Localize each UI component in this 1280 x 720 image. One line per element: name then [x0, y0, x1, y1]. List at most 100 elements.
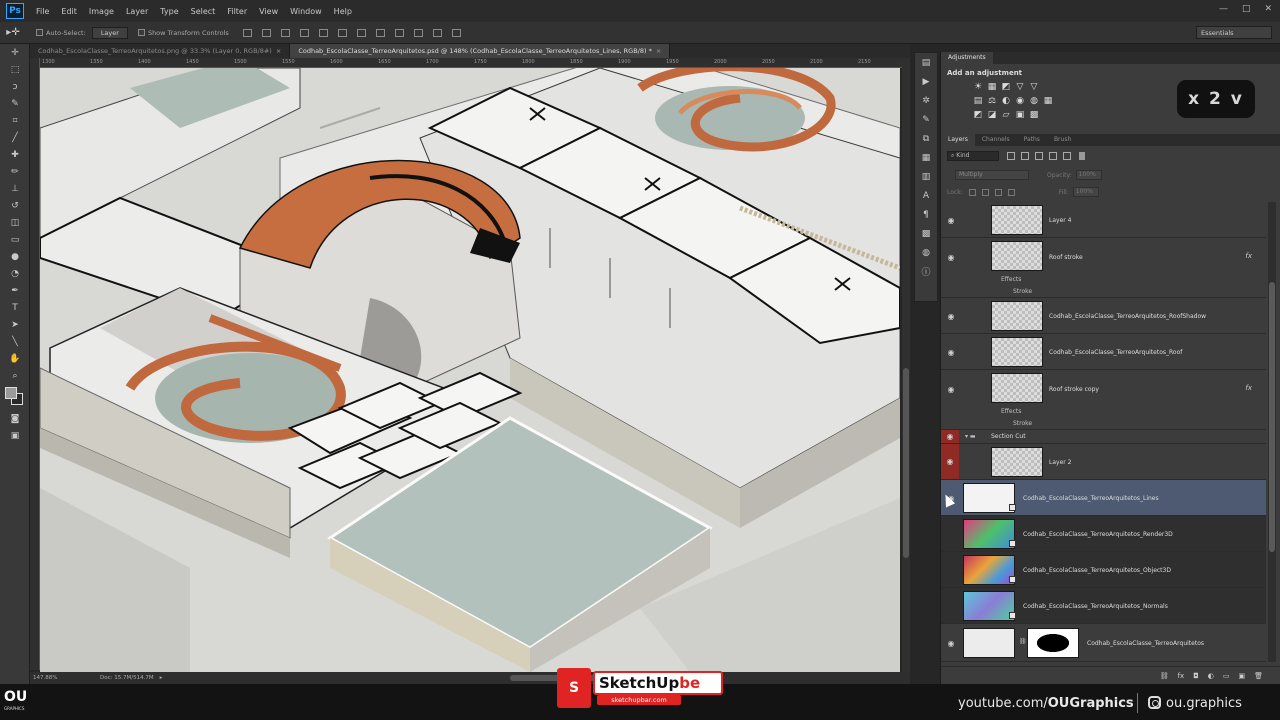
align-top-icon[interactable] — [242, 28, 252, 37]
menu-filter[interactable]: Filter — [221, 7, 253, 16]
tab-document-png[interactable]: Codhab_EscolaClasse_TerreoArquitetos.png… — [30, 44, 291, 58]
clone-source-icon[interactable]: ⧉ — [915, 129, 937, 148]
menu-select[interactable]: Select — [185, 7, 222, 16]
group-name[interactable]: Section Cut — [991, 433, 1026, 440]
brightness-adjustment-icon[interactable]: ☀ — [973, 82, 983, 92]
channel-mixer-icon[interactable]: ◍ — [1029, 96, 1039, 106]
visibility-eye-icon[interactable]: ◉ — [945, 215, 957, 225]
crop-tool-icon[interactable]: ⌗ — [0, 112, 30, 129]
align-hcenter-icon[interactable] — [318, 28, 328, 37]
layer-row[interactable]: ◉ Codhab_EscolaClasse_TerreoArquitetos_R… — [941, 334, 1266, 370]
close-tab-icon[interactable]: × — [656, 47, 661, 55]
layer-name[interactable]: Codhab_EscolaClasse_TerreoArquitetos_Nor… — [1023, 603, 1168, 610]
layer-row[interactable]: ◉ ⛓ Codhab_EscolaClasse_TerreoArquitetos — [941, 624, 1266, 662]
eraser-tool-icon[interactable]: ◫ — [0, 214, 30, 231]
black-white-icon[interactable]: ◐ — [1001, 96, 1011, 106]
exposure-adjustment-icon[interactable]: ▽ — [1015, 82, 1025, 92]
gradient-map-icon[interactable]: ▣ — [1015, 110, 1025, 120]
character-icon[interactable]: A — [915, 186, 937, 205]
delete-layer-icon[interactable]: 🗑 — [1254, 672, 1263, 680]
layer-name[interactable]: Layer 4 — [1049, 217, 1071, 224]
hand-tool-icon[interactable]: ✋ — [0, 350, 30, 367]
tab-brush[interactable]: Brush — [1047, 134, 1078, 146]
color-balance-icon[interactable]: ⚖ — [987, 96, 997, 106]
transform-controls-checkbox[interactable] — [137, 29, 145, 36]
threshold-icon[interactable]: ▱ — [1001, 110, 1011, 120]
color-lookup-icon[interactable]: ▦ — [1043, 96, 1053, 106]
tool-presets-icon[interactable]: ✲ — [915, 91, 937, 110]
zoom-level[interactable]: 147.88% — [30, 675, 60, 681]
distribute-bottom-icon[interactable] — [394, 28, 404, 37]
filter-adjustment-icon[interactable] — [1021, 152, 1029, 160]
stroke-effect-label[interactable]: Stroke — [1013, 288, 1032, 295]
invert-icon[interactable]: ◩ — [973, 110, 983, 120]
swatches-icon[interactable]: ▩ — [915, 224, 937, 243]
lock-transparent-icon[interactable] — [968, 188, 976, 196]
layer-name[interactable]: Codhab_EscolaClasse_TerreoArquitetos — [1087, 640, 1204, 647]
color-swatches[interactable] — [0, 384, 30, 410]
selective-color-icon[interactable]: ▩ — [1029, 110, 1039, 120]
layer-name[interactable]: Roof stroke — [1049, 254, 1083, 261]
info-icon[interactable]: ⓘ — [915, 262, 937, 281]
close-tab-icon[interactable]: × — [276, 47, 281, 55]
brush-tool-icon[interactable]: ✏ — [0, 163, 30, 180]
clone-stamp-icon[interactable]: ⊥ — [0, 180, 30, 197]
pen-tool-icon[interactable]: ✒ — [0, 282, 30, 299]
tab-paths[interactable]: Paths — [1017, 134, 1047, 146]
distribute-hcenter-icon[interactable] — [432, 28, 442, 37]
effects-label[interactable]: Effects — [1001, 276, 1021, 283]
layer-effects-icon[interactable]: fx — [1245, 252, 1252, 260]
layer-name[interactable]: Codhab_EscolaClasse_TerreoArquitetos_Obj… — [1023, 567, 1171, 574]
posterize-icon[interactable]: ◪ — [987, 110, 997, 120]
layer-row[interactable]: ◉ Layer 2 — [941, 444, 1266, 480]
menu-image[interactable]: Image — [83, 7, 120, 16]
menu-view[interactable]: View — [253, 7, 284, 16]
vertical-ruler[interactable] — [30, 58, 40, 670]
horizontal-ruler[interactable]: 1300 1350 1400 1450 1500 1550 1600 1650 1700 1750… — [40, 58, 902, 68]
history-icon[interactable]: ▤ — [915, 53, 937, 72]
scroll-thumb[interactable] — [1269, 282, 1275, 552]
effects-label[interactable]: Effects — [1001, 408, 1021, 415]
visibility-eye-icon[interactable]: ◉ — [941, 444, 959, 479]
layer-name[interactable]: Layer 2 — [1049, 459, 1071, 466]
dodge-tool-icon[interactable]: ◔ — [0, 265, 30, 282]
quick-mask-icon[interactable]: ◙ — [0, 410, 30, 427]
align-left-icon[interactable] — [299, 28, 309, 37]
menu-layer[interactable]: Layer — [120, 7, 154, 16]
filter-toggle[interactable] — [1079, 152, 1085, 160]
layer-effects-icon[interactable]: fx — [1245, 384, 1252, 392]
new-layer-icon[interactable]: ▣ — [1238, 672, 1245, 680]
layer-row[interactable]: ◉ Layer 4 — [941, 202, 1266, 238]
layer-row[interactable]: Codhab_EscolaClasse_TerreoArquitetos_Ren… — [941, 516, 1266, 552]
actions-icon[interactable]: ▶ — [915, 72, 937, 91]
move-tool-preset-icon[interactable]: ▸✛ — [0, 27, 26, 38]
canvas-vertical-scrollbar[interactable] — [902, 58, 910, 672]
layer-name[interactable]: Roof stroke copy — [1049, 386, 1099, 393]
move-tool-icon[interactable]: ✛ — [0, 44, 30, 61]
filter-type-icon[interactable] — [1035, 152, 1043, 160]
healing-brush-icon[interactable]: ✚ — [0, 146, 30, 163]
scroll-thumb[interactable] — [903, 368, 909, 558]
curves-adjustment-icon[interactable]: ◩ — [1001, 82, 1011, 92]
layer-row[interactable]: Codhab_EscolaClasse_TerreoArquitetos_Nor… — [941, 588, 1266, 624]
tab-adjustments[interactable]: Adjustments — [941, 52, 993, 64]
photo-filter-icon[interactable]: ◉ — [1015, 96, 1025, 106]
distribute-top-icon[interactable] — [356, 28, 366, 37]
layer-row[interactable]: ◉ Codhab_EscolaClasse_TerreoArquitetos_R… — [941, 298, 1266, 334]
layer-name[interactable]: Codhab_EscolaClasse_TerreoArquitetos_Roo… — [1049, 349, 1182, 356]
vibrance-adjustment-icon[interactable]: ▽ — [1029, 82, 1039, 92]
levels-adjustment-icon[interactable]: ▦ — [987, 82, 997, 92]
maximize-button[interactable]: □ — [1242, 4, 1251, 14]
stroke-effect-label[interactable]: Stroke — [1013, 420, 1032, 427]
tab-layers[interactable]: Layers — [941, 134, 975, 146]
filter-smart-object-icon[interactable] — [1063, 152, 1071, 160]
foreground-color-swatch[interactable] — [5, 387, 17, 399]
layer-row[interactable]: Codhab_EscolaClasse_TerreoArquitetos_Obj… — [941, 552, 1266, 588]
visibility-eye-icon[interactable]: ◉ — [945, 311, 957, 321]
status-menu-arrow-icon[interactable]: ▸ — [160, 675, 163, 681]
new-adjustment-icon[interactable]: ◐ — [1208, 672, 1214, 680]
gradient-tool-icon[interactable]: ▭ — [0, 231, 30, 248]
eyedropper-tool-icon[interactable]: ╱ — [0, 129, 30, 146]
opacity-field[interactable]: 100% — [1075, 170, 1102, 180]
menu-edit[interactable]: Edit — [55, 7, 83, 16]
